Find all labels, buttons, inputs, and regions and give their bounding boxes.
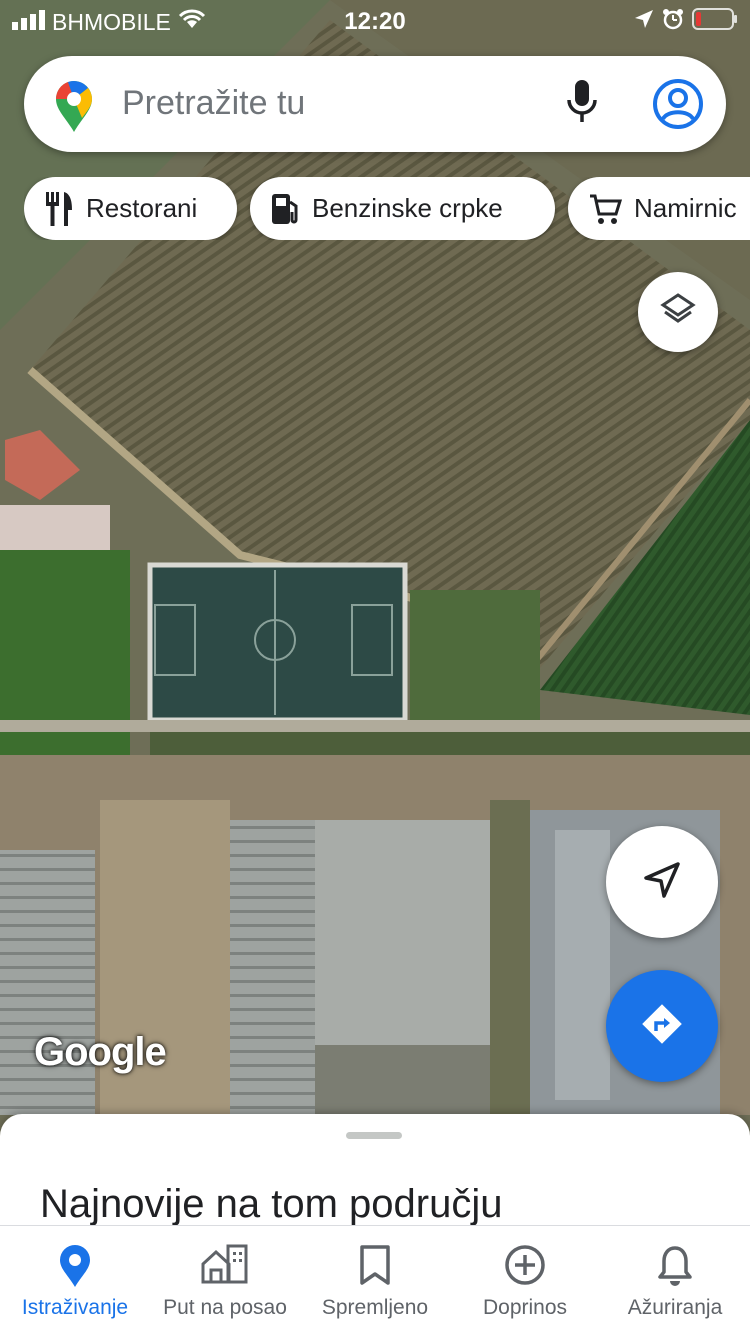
account-icon[interactable] (652, 78, 704, 135)
gas-station-icon (270, 192, 300, 226)
search-input[interactable]: Pretražite tu (122, 84, 305, 123)
bottom-nav: Istraživanje Put na posao Spremljeno Dop… (0, 1225, 750, 1335)
chip-groceries[interactable]: Namirnic (568, 177, 750, 240)
nav-label: Spremljeno (321, 1296, 429, 1319)
battery-icon (692, 8, 738, 35)
layers-button[interactable] (638, 272, 718, 352)
directions-icon (639, 1001, 685, 1052)
alarm-icon (662, 8, 684, 35)
category-chips: Restorani Benzinske crpke Namirnic (24, 177, 750, 240)
chip-restaurants[interactable]: Restorani (24, 177, 237, 240)
location-arrow-icon (642, 860, 682, 905)
chip-gas-stations[interactable]: Benzinske crpke (250, 177, 555, 240)
my-location-button[interactable] (606, 826, 718, 938)
nav-label: Put na posao (163, 1296, 287, 1319)
maps-pin-icon (54, 80, 94, 137)
nav-saved[interactable]: Spremljeno (300, 1226, 450, 1335)
nav-label: Istraživanje (21, 1296, 129, 1319)
add-circle-icon (450, 1244, 600, 1286)
nav-contribute[interactable]: Doprinos (450, 1226, 600, 1335)
nav-explore[interactable]: Istraživanje (0, 1226, 150, 1335)
search-bar[interactable]: Pretražite tu (24, 56, 726, 152)
status-bar: BHMOBILE 12:20 (0, 0, 750, 42)
nav-label: Doprinos (482, 1296, 568, 1319)
shopping-cart-icon (588, 192, 622, 226)
nav-label: Ažuriranja (627, 1296, 723, 1319)
restaurant-icon (44, 191, 74, 226)
location-services-icon (634, 9, 654, 34)
nav-updates[interactable]: Ažuriranja (600, 1226, 750, 1335)
bookmark-icon (300, 1244, 450, 1286)
commute-icon (150, 1244, 300, 1284)
layers-icon (660, 292, 696, 333)
directions-button[interactable] (606, 970, 718, 1082)
google-attribution: Google (34, 1030, 167, 1074)
chip-label: Benzinske crpke (312, 193, 503, 223)
explore-pin-icon (0, 1244, 150, 1288)
bell-icon (600, 1244, 750, 1286)
nav-commute[interactable]: Put na posao (150, 1226, 300, 1335)
status-right (634, 8, 738, 35)
chip-label: Restorani (86, 193, 198, 223)
chip-label: Namirnic (634, 193, 737, 223)
sheet-handle[interactable] (346, 1132, 402, 1139)
bottom-sheet[interactable]: Najnovije na tom području (0, 1114, 750, 1234)
microphone-icon[interactable] (564, 78, 600, 133)
sheet-title: Najnovije na tom području (40, 1182, 503, 1226)
